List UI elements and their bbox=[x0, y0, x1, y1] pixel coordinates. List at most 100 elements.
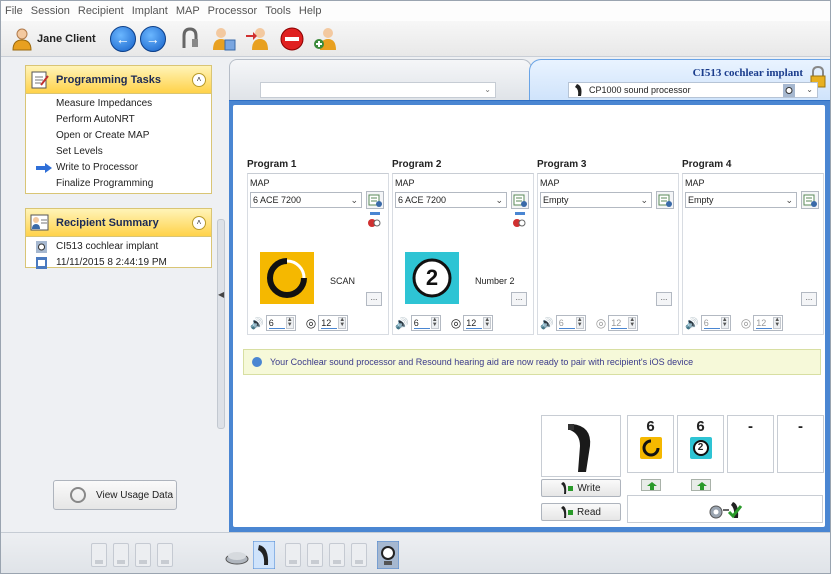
collapse-chevron-icon[interactable]: ˄ bbox=[192, 215, 206, 230]
programming-tasks-panel: Programming Tasks ˄ Measure Impedances P… bbox=[25, 65, 212, 194]
menu-session[interactable]: Session bbox=[31, 5, 70, 17]
programming-tasks-header[interactable]: Programming Tasks ˄ bbox=[26, 66, 211, 94]
recipient-card-icon bbox=[30, 214, 49, 230]
cochlear-logo-icon bbox=[783, 84, 795, 97]
client-name: Jane Client bbox=[37, 32, 96, 45]
program-4-map-button[interactable] bbox=[801, 191, 819, 209]
program-3: Program 3 MAP Empty ⌄ ... 🔊 6 ▲ ▼ ◎ 12 ▲ ▼ bbox=[537, 159, 679, 335]
spinner-arrows-icon[interactable]: ▲ ▼ bbox=[628, 317, 637, 329]
chevron-down-icon: ⌄ bbox=[495, 195, 503, 205]
program-2-map-select[interactable]: 6 ACE 7200 ⌄ bbox=[395, 192, 507, 208]
forward-button[interactable]: → bbox=[139, 25, 166, 52]
task-set-levels[interactable]: Set Levels bbox=[26, 144, 211, 160]
program-1-volume[interactable]: 6 ▲ ▼ bbox=[265, 315, 296, 331]
user-check-icon[interactable] bbox=[210, 25, 238, 53]
menu-implant[interactable]: Implant bbox=[132, 5, 168, 17]
pod-icon[interactable] bbox=[223, 541, 251, 569]
processor-device-image bbox=[541, 415, 621, 477]
green-arrow-icon bbox=[647, 482, 657, 490]
empty-slot-icon bbox=[113, 543, 129, 567]
view-usage-data-button[interactable]: View Usage Data bbox=[53, 480, 177, 510]
volume-icon: 🔊 bbox=[540, 317, 554, 330]
chevron-down-icon: ⌄ bbox=[484, 85, 491, 94]
map-label: MAP bbox=[395, 178, 415, 188]
spinner-arrows-icon[interactable]: ▲ ▼ bbox=[575, 317, 584, 329]
program-3-volume[interactable]: 6 ▲ ▼ bbox=[555, 315, 586, 331]
program-4-sensitivity[interactable]: 12 ▲ ▼ bbox=[753, 315, 784, 331]
spinner-arrows-icon[interactable]: ▲ ▼ bbox=[338, 317, 347, 329]
program-1-sensitivity[interactable]: 12 ▲ ▼ bbox=[318, 315, 349, 331]
task-list: Measure Impedances Perform AutoNRT Open … bbox=[26, 94, 211, 192]
right-device-tab[interactable]: CI513 cochlear implant CP1000 sound proc… bbox=[529, 59, 830, 101]
write-button[interactable]: Write bbox=[541, 479, 621, 497]
session-icon bbox=[36, 257, 47, 269]
read-icon bbox=[561, 506, 574, 518]
recipient-summary-header[interactable]: Recipient Summary ˄ bbox=[26, 209, 211, 237]
bottom-device-strip bbox=[1, 532, 830, 573]
menu-processor[interactable]: Processor bbox=[208, 5, 258, 17]
person-icon bbox=[11, 27, 33, 51]
slot-1-green-button[interactable] bbox=[641, 479, 661, 491]
empty-slot-icon bbox=[91, 543, 107, 567]
program-2-title: Program 2 bbox=[392, 159, 442, 170]
program-2-more-button[interactable]: ... bbox=[511, 292, 527, 306]
pairing-notice: Your Cochlear sound processor and Resoun… bbox=[243, 349, 821, 375]
menu-recipient[interactable]: Recipient bbox=[78, 5, 124, 17]
program-2-sensitivity[interactable]: 12 ▲ ▼ bbox=[463, 315, 494, 331]
program-2-map-button[interactable] bbox=[511, 191, 529, 209]
programs-area: Program 1 MAP 6 ACE 7200 ⌄ SCAN ... 🔊 6 … bbox=[233, 105, 825, 527]
task-open-create-map[interactable]: Open or Create MAP bbox=[26, 128, 211, 144]
spinner-arrows-icon[interactable]: ▲ ▼ bbox=[773, 317, 782, 329]
task-write-to-processor[interactable]: Write to Processor bbox=[26, 160, 211, 176]
program-1-map-button[interactable] bbox=[366, 191, 384, 209]
menu-file[interactable]: File bbox=[5, 5, 23, 17]
volume-icon: 🔊 bbox=[250, 317, 264, 330]
processor-slot-1[interactable]: 6 bbox=[627, 415, 674, 473]
collapse-chevron-icon[interactable]: ˄ bbox=[192, 72, 206, 87]
left-device-combo[interactable]: ⌄ bbox=[260, 82, 496, 98]
program-3-controls: 🔊 6 ▲ ▼ ◎ 12 ▲ ▼ bbox=[540, 314, 680, 332]
program-4-volume[interactable]: 6 ▲ ▼ bbox=[700, 315, 731, 331]
program-1-map-select[interactable]: 6 ACE 7200 ⌄ bbox=[250, 192, 362, 208]
processor-select[interactable]: CP1000 sound processor ⌄ bbox=[568, 82, 818, 98]
back-button[interactable]: ← bbox=[109, 25, 136, 52]
spinner-arrows-icon[interactable]: ▲ ▼ bbox=[285, 317, 294, 329]
menu-help[interactable]: Help bbox=[299, 5, 322, 17]
task-finalize-programming[interactable]: Finalize Programming bbox=[26, 176, 211, 192]
program-2-controls: 🔊 6 ▲ ▼ ◎ 12 ▲ ▼ bbox=[395, 314, 535, 332]
program-3-map-button[interactable] bbox=[656, 191, 674, 209]
processor-slot-2[interactable]: 6 2 bbox=[677, 415, 724, 473]
read-button[interactable]: Read bbox=[541, 503, 621, 521]
program-3-map-select[interactable]: Empty ⌄ bbox=[540, 192, 652, 208]
task-measure-impedances[interactable]: Measure Impedances bbox=[26, 96, 211, 112]
panel-splitter[interactable]: ◀ bbox=[217, 219, 225, 429]
task-perform-autonrt[interactable]: Perform AutoNRT bbox=[26, 112, 211, 128]
stop-icon[interactable] bbox=[278, 25, 306, 53]
program-4-more-button[interactable]: ... bbox=[801, 292, 817, 306]
program-2-volume[interactable]: 6 ▲ ▼ bbox=[410, 315, 441, 331]
program-3-sensitivity[interactable]: 12 ▲ ▼ bbox=[608, 315, 639, 331]
headset-icon[interactable] bbox=[176, 25, 204, 53]
client-button[interactable]: Jane Client bbox=[9, 25, 102, 53]
user-plus-icon[interactable] bbox=[312, 25, 340, 53]
program-1-more-button[interactable]: ... bbox=[366, 292, 382, 306]
processor-slot-4[interactable]: - bbox=[777, 415, 824, 473]
menu-tools[interactable]: Tools bbox=[265, 5, 291, 17]
implant-icon bbox=[36, 241, 47, 253]
pair-devices-button[interactable] bbox=[627, 495, 823, 523]
program-4-map-select[interactable]: Empty ⌄ bbox=[685, 192, 797, 208]
left-device-tab[interactable]: ⌄ bbox=[229, 59, 532, 101]
user-transfer-icon[interactable] bbox=[244, 25, 272, 53]
processor-slot-3[interactable]: - bbox=[727, 415, 774, 473]
spinner-arrows-icon[interactable]: ▲ ▼ bbox=[720, 317, 729, 329]
menu-map[interactable]: MAP bbox=[176, 5, 200, 17]
spinner-arrows-icon[interactable]: ▲ ▼ bbox=[483, 317, 492, 329]
spinner-arrows-icon[interactable]: ▲ ▼ bbox=[430, 317, 439, 329]
pair-devices-icon bbox=[709, 502, 743, 519]
program-3-more-button[interactable]: ... bbox=[656, 292, 672, 306]
processor-icon[interactable] bbox=[253, 541, 275, 569]
implant-icon[interactable] bbox=[377, 541, 399, 569]
scan-badge-icon bbox=[260, 252, 314, 304]
slot-2-green-button[interactable] bbox=[691, 479, 711, 491]
empty-slot-icon bbox=[329, 543, 345, 567]
